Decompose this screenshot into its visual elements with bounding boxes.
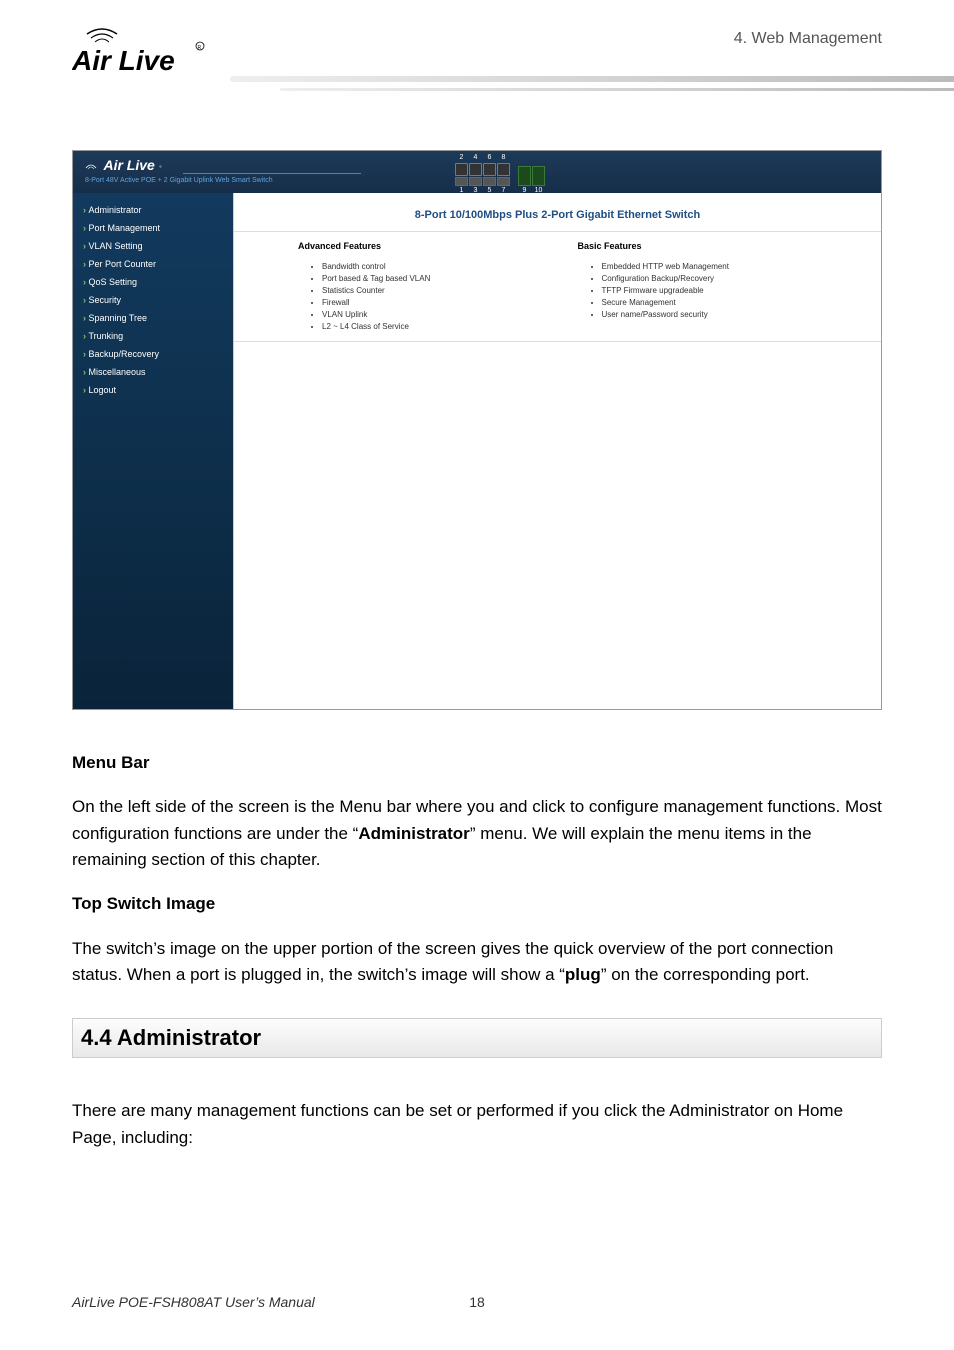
sidebar-item-qos-setting[interactable]: QoS Setting xyxy=(73,273,233,291)
advanced-features-title: Advanced Features xyxy=(298,241,538,251)
admin-paragraph: There are many management functions can … xyxy=(72,1098,882,1151)
brand-logo: Air Live R xyxy=(72,20,212,95)
text-strong: plug xyxy=(565,965,601,984)
app-logo: Air Live ° 8-Port 48V Active POE + 2 Gig… xyxy=(85,157,273,184)
sidebar-item-logout[interactable]: Logout xyxy=(73,381,233,399)
airlive-logo-icon: Air Live R xyxy=(72,20,212,90)
sidebar-item-spanning-tree[interactable]: Spanning Tree xyxy=(73,309,233,327)
port-led-icon xyxy=(469,163,482,176)
text-strong: Administrator xyxy=(358,824,469,843)
divider xyxy=(234,341,881,342)
page-header: Air Live R 4. Web Management xyxy=(0,0,954,100)
sidebar-item-vlan-setting[interactable]: VLAN Setting xyxy=(73,237,233,255)
sidebar-item-security[interactable]: Security xyxy=(73,291,233,309)
port-led-icon xyxy=(483,163,496,176)
port-group: 2 4 6 8 1 3 5 7 xyxy=(455,154,510,195)
feature-item: TFTP Firmware upgradeable xyxy=(602,285,818,297)
top-switch-heading: Top Switch Image xyxy=(72,891,882,917)
page-footer: AirLive POE-FSH808AT User’s Manual 18 xyxy=(72,1294,882,1310)
content-area: 8-Port 10/100Mbps Plus 2-Port Gigabit Et… xyxy=(233,193,881,709)
uplink-group: 9 10 xyxy=(518,166,545,195)
feature-item: Embedded HTTP web Management xyxy=(602,261,818,273)
basic-features: Basic Features Embedded HTTP web Managem… xyxy=(578,241,818,333)
feature-columns: Advanced Features Bandwidth control Port… xyxy=(258,241,857,333)
body-text: Menu Bar On the left side of the screen … xyxy=(72,750,882,988)
content-title: 8-Port 10/100Mbps Plus 2-Port Gigabit Et… xyxy=(258,209,857,221)
section-heading: 4.4 Administrator xyxy=(72,1018,882,1058)
app-screenshot: Air Live ° 8-Port 48V Active POE + 2 Gig… xyxy=(72,150,882,710)
wifi-icon xyxy=(85,157,97,175)
app-body: Administrator Port Management VLAN Setti… xyxy=(73,193,881,709)
chapter-label: 4. Web Management xyxy=(734,30,882,48)
feature-item: User name/Password security xyxy=(602,309,818,321)
feature-item: L2 ~ L4 Class of Service xyxy=(322,321,538,333)
advanced-features: Advanced Features Bandwidth control Port… xyxy=(298,241,538,333)
port-jack-icon xyxy=(469,177,482,186)
uplink-jack-icon xyxy=(532,166,545,186)
basic-features-title: Basic Features xyxy=(578,241,818,251)
port-label: 6 xyxy=(483,154,496,162)
manual-name: AirLive POE-FSH808AT User’s Manual xyxy=(72,1294,315,1310)
port-led-icon xyxy=(497,163,510,176)
feature-item: Bandwidth control xyxy=(322,261,538,273)
header-divider xyxy=(230,76,954,82)
sidebar: Administrator Port Management VLAN Setti… xyxy=(73,193,233,709)
app-header: Air Live ° 8-Port 48V Active POE + 2 Gig… xyxy=(73,151,881,193)
sidebar-item-port-management[interactable]: Port Management xyxy=(73,219,233,237)
header-divider xyxy=(280,88,954,91)
body-text: There are many management functions can … xyxy=(72,1098,882,1151)
feature-item: Configuration Backup/Recovery xyxy=(602,273,818,285)
svg-text:R: R xyxy=(198,45,202,51)
port-jack-icon xyxy=(497,177,510,186)
sidebar-item-administrator[interactable]: Administrator xyxy=(73,201,233,219)
feature-item: Firewall xyxy=(322,297,538,309)
sidebar-item-miscellaneous[interactable]: Miscellaneous xyxy=(73,363,233,381)
app-subtitle: 8-Port 48V Active POE + 2 Gigabit Uplink… xyxy=(85,177,273,184)
text-span: ” on the corresponding port. xyxy=(601,965,810,984)
port-jack-icon xyxy=(483,177,496,186)
port-jack-icon xyxy=(455,177,468,186)
feature-item: VLAN Uplink xyxy=(322,309,538,321)
port-panel: 2 4 6 8 1 3 5 7 9 10 xyxy=(455,154,545,195)
feature-item: Port based & Tag based VLAN xyxy=(322,273,538,285)
app-brand-text: Air Live xyxy=(103,157,154,173)
divider xyxy=(234,231,881,232)
top-switch-paragraph: The switch’s image on the upper portion … xyxy=(72,936,882,989)
sidebar-item-backup-recovery[interactable]: Backup/Recovery xyxy=(73,345,233,363)
menu-bar-paragraph: On the left side of the screen is the Me… xyxy=(72,794,882,873)
sidebar-item-per-port-counter[interactable]: Per Port Counter xyxy=(73,255,233,273)
port-led-icon xyxy=(455,163,468,176)
feature-item: Statistics Counter xyxy=(322,285,538,297)
uplink-jack-icon xyxy=(518,166,531,186)
port-label: 2 xyxy=(455,154,468,162)
menu-bar-heading: Menu Bar xyxy=(72,750,882,776)
sidebar-item-trunking[interactable]: Trunking xyxy=(73,327,233,345)
feature-item: Secure Management xyxy=(602,297,818,309)
port-label: 4 xyxy=(469,154,482,162)
page-number: 18 xyxy=(469,1294,485,1310)
svg-text:Air Live: Air Live xyxy=(72,45,175,76)
port-label: 8 xyxy=(497,154,510,162)
